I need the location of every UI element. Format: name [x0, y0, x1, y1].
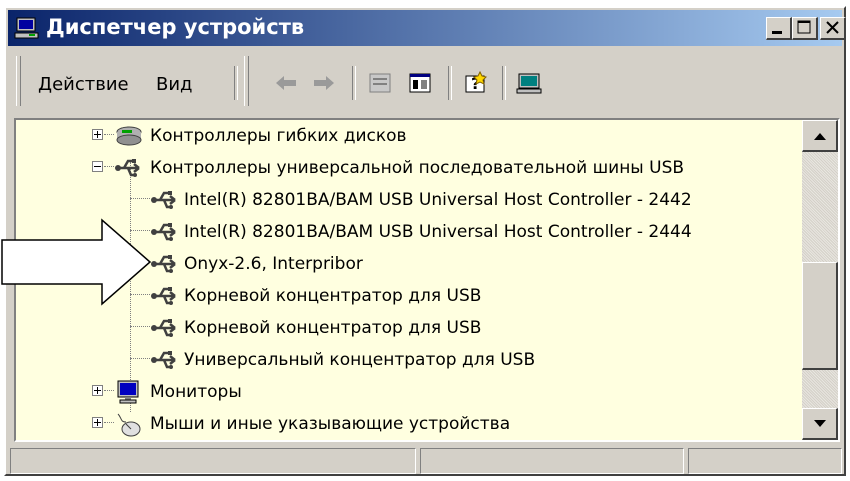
scan-hardware-icon[interactable] [514, 68, 546, 98]
usb-icon [151, 191, 176, 209]
maximize-icon [797, 20, 811, 34]
collapse-toggle[interactable] [92, 161, 103, 172]
tree-item-label: Универсальный концентратор для USB [184, 350, 536, 370]
tree-connector-line [104, 422, 114, 423]
usb-icon [151, 351, 176, 369]
status-pane [10, 448, 416, 474]
mouse-icon [117, 413, 141, 437]
tree-connector-line [130, 198, 150, 199]
menu-grip[interactable] [16, 56, 21, 106]
menu-action[interactable]: Действие [38, 74, 129, 95]
tree-connector-line [130, 326, 150, 327]
vertical-scrollbar[interactable] [802, 120, 838, 440]
monitor-icon [117, 380, 139, 404]
tree-item-label: Корневой концентратор для USB [184, 286, 482, 306]
scroll-thumb[interactable] [802, 262, 838, 370]
usb-icon [115, 159, 140, 177]
scroll-up-button[interactable] [802, 120, 838, 152]
arrow-up-icon [814, 133, 826, 140]
close-icon [826, 21, 839, 34]
window-title: Диспетчер устройств [46, 15, 305, 39]
status-bar [8, 446, 842, 474]
tree-item-label: Мыши и иные указывающие устройства [150, 414, 511, 434]
maximize-button[interactable] [792, 17, 818, 40]
tree-item-label: Корневой концентратор для USB [184, 318, 482, 338]
minimize-icon [772, 31, 782, 34]
floppy-controller-icon [116, 126, 142, 146]
usb-icon [151, 319, 176, 337]
tree-connector-line [104, 390, 114, 391]
forward-arrow-icon[interactable] [308, 68, 340, 98]
toolbar-grip[interactable] [244, 56, 249, 106]
minimize-button[interactable] [766, 17, 792, 40]
expand-toggle[interactable] [92, 385, 103, 396]
tree-connector-line [130, 358, 150, 359]
toolbar-separator [352, 66, 356, 100]
tree-item-label: Onyx-2.6, Interpribor [184, 254, 363, 274]
tree-connector-line [104, 134, 114, 135]
tree-item-label: Intel(R) 82801BA/BAM USB Universal Host … [184, 190, 692, 210]
toolbar-separator [448, 66, 452, 100]
expand-toggle[interactable] [92, 129, 103, 140]
arrow-down-icon [814, 420, 826, 427]
toolbar-separator [234, 66, 238, 100]
back-arrow-icon[interactable] [270, 68, 302, 98]
title-bar[interactable]: Диспетчер устройств [8, 10, 846, 46]
status-pane [688, 448, 842, 474]
pointer-arrow-icon [1, 218, 152, 306]
toolbar: Действие Вид ? [8, 50, 842, 112]
tree-item-label: Контроллеры гибких дисков [150, 126, 407, 146]
scroll-down-button[interactable] [802, 408, 838, 440]
tree-item-label: Мониторы [150, 382, 242, 402]
menu-view[interactable]: Вид [156, 74, 193, 95]
help-icon[interactable]: ? [460, 68, 492, 98]
tree-item-label: Контроллеры универсальной последовательн… [150, 158, 685, 178]
status-pane [420, 448, 684, 474]
tree-item-label: Intel(R) 82801BA/BAM USB Universal Host … [184, 222, 692, 242]
toolbar-separator [502, 66, 506, 100]
computer-icon [14, 16, 40, 40]
tree-connector-line [104, 166, 114, 167]
expand-toggle[interactable] [92, 417, 103, 428]
console-tree-icon[interactable] [404, 68, 436, 98]
close-button[interactable] [820, 17, 846, 40]
properties-icon[interactable] [364, 68, 396, 98]
